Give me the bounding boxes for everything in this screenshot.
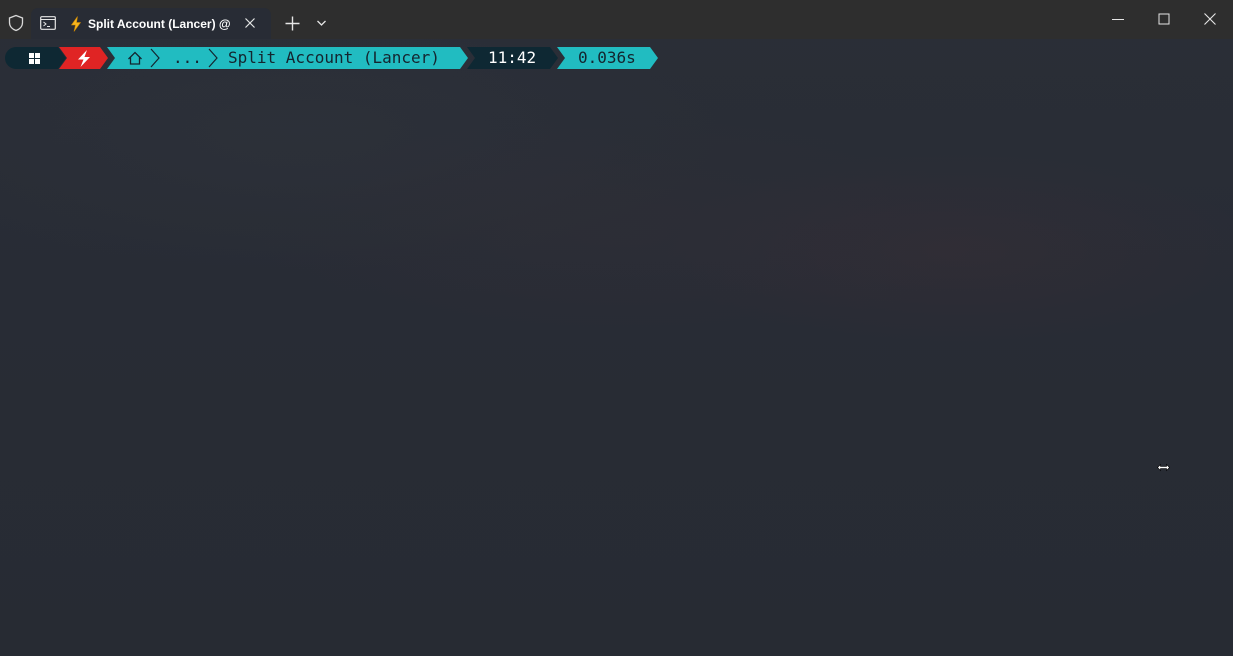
terminal-icon bbox=[40, 16, 56, 30]
maximize-icon[interactable] bbox=[1156, 11, 1172, 27]
chevron-down-icon[interactable] bbox=[315, 18, 328, 28]
minimize-icon[interactable] bbox=[1110, 11, 1126, 27]
tab-active[interactable]: Split Account (Lancer) @ V bbox=[31, 8, 271, 39]
lightning-emoji-icon bbox=[70, 16, 82, 32]
command-duration: 0.036s bbox=[578, 48, 636, 67]
new-tab-plus-icon[interactable] bbox=[284, 15, 301, 32]
horizontal-resize-cursor-icon bbox=[1157, 463, 1170, 472]
current-folder: Split Account (Lancer) bbox=[228, 48, 440, 67]
shield-icon[interactable] bbox=[7, 14, 25, 32]
prompt-line: ... Split Account (Lancer) 11:42 0.036s bbox=[5, 47, 658, 69]
terminal-window: Split Account (Lancer) @ V ... Split Acc… bbox=[0, 0, 1233, 656]
title-bar[interactable]: Split Account (Lancer) @ V bbox=[0, 0, 1233, 39]
path-ellipsis: ... bbox=[173, 48, 202, 67]
close-tab-icon[interactable] bbox=[243, 16, 257, 30]
prompt-time: 11:42 bbox=[488, 48, 536, 67]
tab-title: Split Account (Lancer) @ V bbox=[88, 17, 230, 31]
close-window-icon[interactable] bbox=[1202, 11, 1218, 27]
